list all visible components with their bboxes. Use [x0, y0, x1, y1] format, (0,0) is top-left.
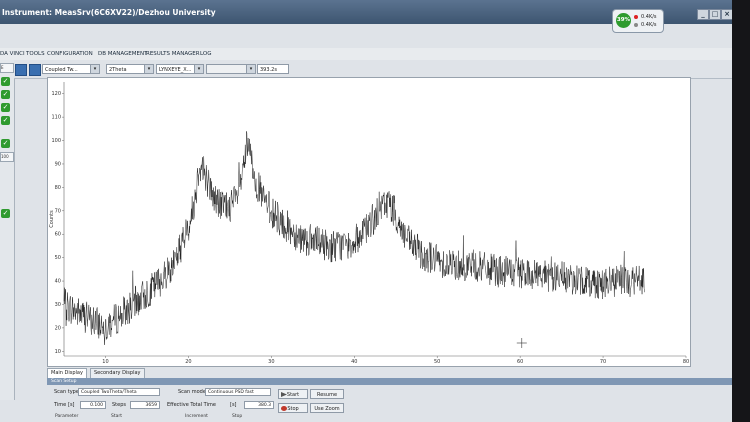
monitor-bezel	[732, 0, 750, 422]
resume-button[interactable]: Resume	[310, 389, 344, 399]
left-tool-panel: E ✓ ✓ ✓ ✓ ✓ 100 ✓	[0, 60, 15, 400]
x-tick-label: 20	[185, 359, 191, 365]
download-indicator-icon	[634, 23, 638, 27]
window-title: Instrument: MeasSrv(6C6XV22)/Dezhou Univ…	[2, 8, 216, 17]
display-tabs: Main Display Secondary Display	[47, 366, 690, 378]
x-tick-label: 40	[351, 359, 357, 365]
scan-setup-header: Scan Setup	[47, 378, 732, 385]
usage-percent: 39%	[616, 13, 631, 28]
y-tick-label: 120	[51, 91, 61, 97]
upload-indicator-icon	[634, 15, 638, 19]
y-tick-label: 70	[55, 208, 61, 214]
maximize-button[interactable]: □	[709, 9, 721, 20]
y-tick-label: 90	[55, 161, 61, 167]
close-button[interactable]: ×	[721, 9, 732, 20]
left-button-e[interactable]: E	[0, 63, 14, 73]
y-axis-title: Counts	[49, 210, 55, 228]
x-tick-label: 10	[102, 359, 108, 365]
tab-main-display[interactable]: Main Display	[47, 368, 87, 378]
diffraction-pattern-series	[63, 131, 645, 345]
menu-tools[interactable]: TOOLS	[26, 51, 45, 57]
minimize-button[interactable]: _	[697, 9, 709, 20]
scan-type-select[interactable]: Coupled Tw... ▾	[42, 64, 100, 74]
effective-time-label: Effective Total Time	[167, 402, 216, 408]
menu-results-manager[interactable]: RESULTS MANAGER	[146, 51, 200, 57]
axis-select[interactable]: 2Theta ▾	[106, 64, 154, 74]
steps-label: Steps	[112, 402, 126, 408]
y-tick-label: 110	[51, 115, 61, 121]
check-icon[interactable]: ✓	[1, 209, 10, 218]
chevron-down-icon[interactable]: ▾	[90, 65, 99, 73]
x-tick-label: 80	[683, 359, 689, 365]
stop-button[interactable]: Stop	[278, 403, 308, 413]
menu-log[interactable]: LOG	[200, 51, 211, 57]
x-tick-label: 60	[517, 359, 523, 365]
check-icon[interactable]: ✓	[1, 116, 10, 125]
scan-type-field[interactable]: Coupled TwoTheta/Theta	[78, 388, 160, 396]
x-tick-label: 30	[268, 359, 274, 365]
time-unit: [s]	[68, 402, 75, 408]
effective-time-unit: [s]	[230, 402, 237, 408]
empty-field[interactable]: ▾	[206, 64, 256, 74]
x-tick-label: 50	[434, 359, 440, 365]
y-tick-label: 60	[55, 232, 61, 238]
use-zoom-button[interactable]: Use Zoom	[310, 403, 344, 413]
check-icon[interactable]: ✓	[1, 90, 10, 99]
y-tick-label: 20	[55, 325, 61, 331]
footer-stop: Stop	[232, 414, 243, 419]
stop-icon	[281, 406, 287, 411]
time-display: 393.2s	[257, 64, 289, 74]
time-field[interactable]: 0.100	[80, 401, 106, 409]
y-tick-label: 10	[55, 349, 61, 355]
x-tick-label: 70	[600, 359, 606, 365]
steps-field[interactable]: 3659	[130, 401, 160, 409]
app-window: Instrument: MeasSrv(6C6XV22)/Dezhou Univ…	[0, 0, 732, 422]
footer-start: Start	[111, 414, 122, 419]
scan-mode-field[interactable]: Continuous PSD fast	[205, 388, 271, 396]
network-status-widget: 39% 0.4K/s 0.4K/s	[612, 9, 664, 33]
footer-parameter: Parameter	[55, 414, 79, 419]
effective-time-field: 380.3	[244, 401, 274, 409]
chevron-down-icon[interactable]: ▾	[194, 65, 203, 73]
chevron-down-icon[interactable]: ▾	[246, 65, 255, 73]
menu-db-management[interactable]: DB MANAGEMENT	[98, 51, 147, 57]
download-rate: 0.4K/s	[641, 22, 657, 28]
diffraction-chart[interactable]: 10 20 30 40 50 60 70 80 90 100 110 120 10 20 30 40 50 60 7…	[47, 77, 691, 367]
check-icon[interactable]: ✓	[1, 103, 10, 112]
footer-increment: Increment	[185, 414, 208, 419]
y-tick-label: 50	[55, 255, 61, 261]
time-label: Time	[54, 402, 67, 408]
check-icon[interactable]: ✓	[1, 77, 10, 86]
check-icon[interactable]: ✓	[1, 139, 10, 148]
chart-svg[interactable]: 10 20 30 40 50 60 70 80 90 100 110 120 10 20 30 40 50 60 7…	[48, 78, 690, 366]
scan-mode-label: Scan mode	[178, 389, 206, 395]
left-button-100[interactable]: 100	[0, 152, 14, 162]
detector-select[interactable]: LYNXEYE_X... ▾	[156, 64, 204, 74]
upload-rate: 0.4K/s	[641, 14, 657, 20]
y-tick-label: 30	[55, 302, 61, 308]
tab-secondary-display[interactable]: Secondary Display	[90, 368, 145, 378]
display-icon[interactable]	[29, 64, 41, 76]
display-icon[interactable]	[15, 64, 27, 76]
y-tick-label: 100	[51, 138, 61, 144]
scan-type-label: Scan type	[54, 389, 79, 395]
menu-da-vinci[interactable]: DA VINCI	[0, 51, 25, 57]
menu-configuration[interactable]: CONFIGURATION	[47, 51, 93, 57]
y-tick-label: 40	[55, 279, 61, 285]
chevron-down-icon[interactable]: ▾	[144, 65, 153, 73]
y-tick-label: 80	[55, 185, 61, 191]
start-button[interactable]: Start	[278, 389, 308, 399]
